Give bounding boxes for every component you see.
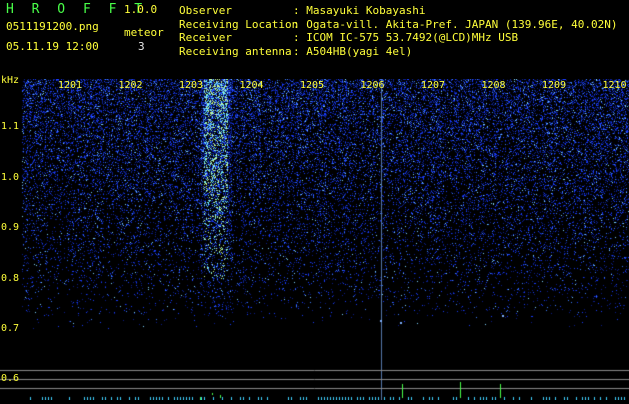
x-tick-label: 1206: [360, 80, 385, 91]
app-version: 1.0.0: [124, 3, 158, 16]
x-tick-label: 1201: [58, 80, 83, 91]
y-tick-label: 0.8: [1, 273, 20, 284]
spectrogram-plot: kHz 1.1 1.0 0.9 0.8 0.7 0.6 1201 1202 1203 1204 1…: [0, 75, 629, 400]
info-label: Observer: [179, 4, 232, 17]
info-row-antenna: Receiving antenna: A504HB(yagi 4el): [179, 45, 618, 59]
info-row-location: Receiving Location: Ogata-vill. Akita-Pr…: [179, 18, 618, 32]
info-row-observer: Observer : Masayuki Kobayashi: [179, 4, 618, 18]
info-value: : Ogata-vill. Akita-Pref. JAPAN (139.96E…: [293, 17, 618, 31]
info-label: Receiver: [179, 31, 232, 44]
y-tick-label: 0.9: [1, 222, 20, 233]
date-time: 05.11.19 12:00: [6, 40, 99, 53]
station-info: Observer : Masayuki Kobayashi Receiving L…: [179, 4, 618, 58]
x-tick-label: 1208: [481, 80, 506, 91]
spectrogram-canvas: [0, 79, 629, 400]
x-tick-label: 1209: [542, 80, 567, 91]
y-axis-unit: kHz: [1, 75, 20, 86]
y-tick-label: 1.1: [1, 121, 20, 132]
meteor-label: meteor: [124, 26, 164, 39]
info-label: Receiving antenna: [179, 44, 292, 58]
meteor-count: 3: [138, 40, 145, 53]
y-tick-label: 1.0: [1, 172, 20, 183]
x-tick-label: 1204: [239, 80, 264, 91]
x-tick-label: 1207: [421, 80, 446, 91]
info-value: : A504HB(yagi 4el): [293, 44, 413, 58]
x-tick-label: 1202: [118, 80, 143, 91]
info-value: : ICOM IC-575 53.7492(@LCD)MHz USB: [293, 31, 519, 44]
info-value: : Masayuki Kobayashi: [293, 4, 426, 17]
x-tick-label: 1210: [602, 80, 627, 91]
info-row-receiver: Receiver : ICOM IC-575 53.7492(@LCD)MHz U…: [179, 31, 618, 45]
y-tick-label: 0.6: [1, 373, 20, 384]
y-tick-label: 0.7: [1, 323, 20, 334]
x-tick-label: 1205: [300, 80, 325, 91]
info-label: Receiving Location: [179, 17, 299, 31]
x-tick-label: 1203: [179, 80, 204, 91]
file-name: 0511191200.png: [6, 20, 99, 33]
